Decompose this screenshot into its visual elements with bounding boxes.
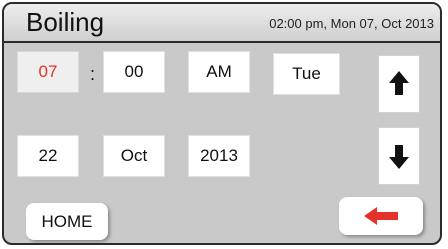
title-bar: Boiling 02:00 pm, Mon 07, Oct 2013 (4, 4, 440, 43)
settings-panel: Boiling 02:00 pm, Mon 07, Oct 2013 07 : … (2, 2, 442, 245)
arrow-up-icon (389, 71, 409, 95)
current-datetime: 02:00 pm, Mon 07, Oct 2013 (269, 16, 434, 31)
increment-button[interactable] (378, 55, 420, 113)
hour-field[interactable]: 07 (17, 51, 79, 93)
time-separator: : (90, 64, 96, 84)
arrow-left-icon (364, 207, 398, 225)
weekday-field[interactable]: Tue (273, 53, 340, 95)
month-field[interactable]: Oct (103, 135, 165, 177)
page-title: Boiling (26, 7, 105, 37)
day-field[interactable]: 22 (17, 135, 79, 177)
arrow-down-icon (389, 145, 409, 169)
home-button[interactable]: HOME (26, 203, 108, 240)
ampm-field[interactable]: AM (188, 51, 250, 93)
decrement-button[interactable] (378, 127, 420, 185)
minute-field[interactable]: 00 (103, 51, 165, 93)
home-button-label: HOME (41, 211, 93, 231)
year-field[interactable]: 2013 (188, 135, 250, 177)
back-button[interactable] (339, 197, 423, 235)
